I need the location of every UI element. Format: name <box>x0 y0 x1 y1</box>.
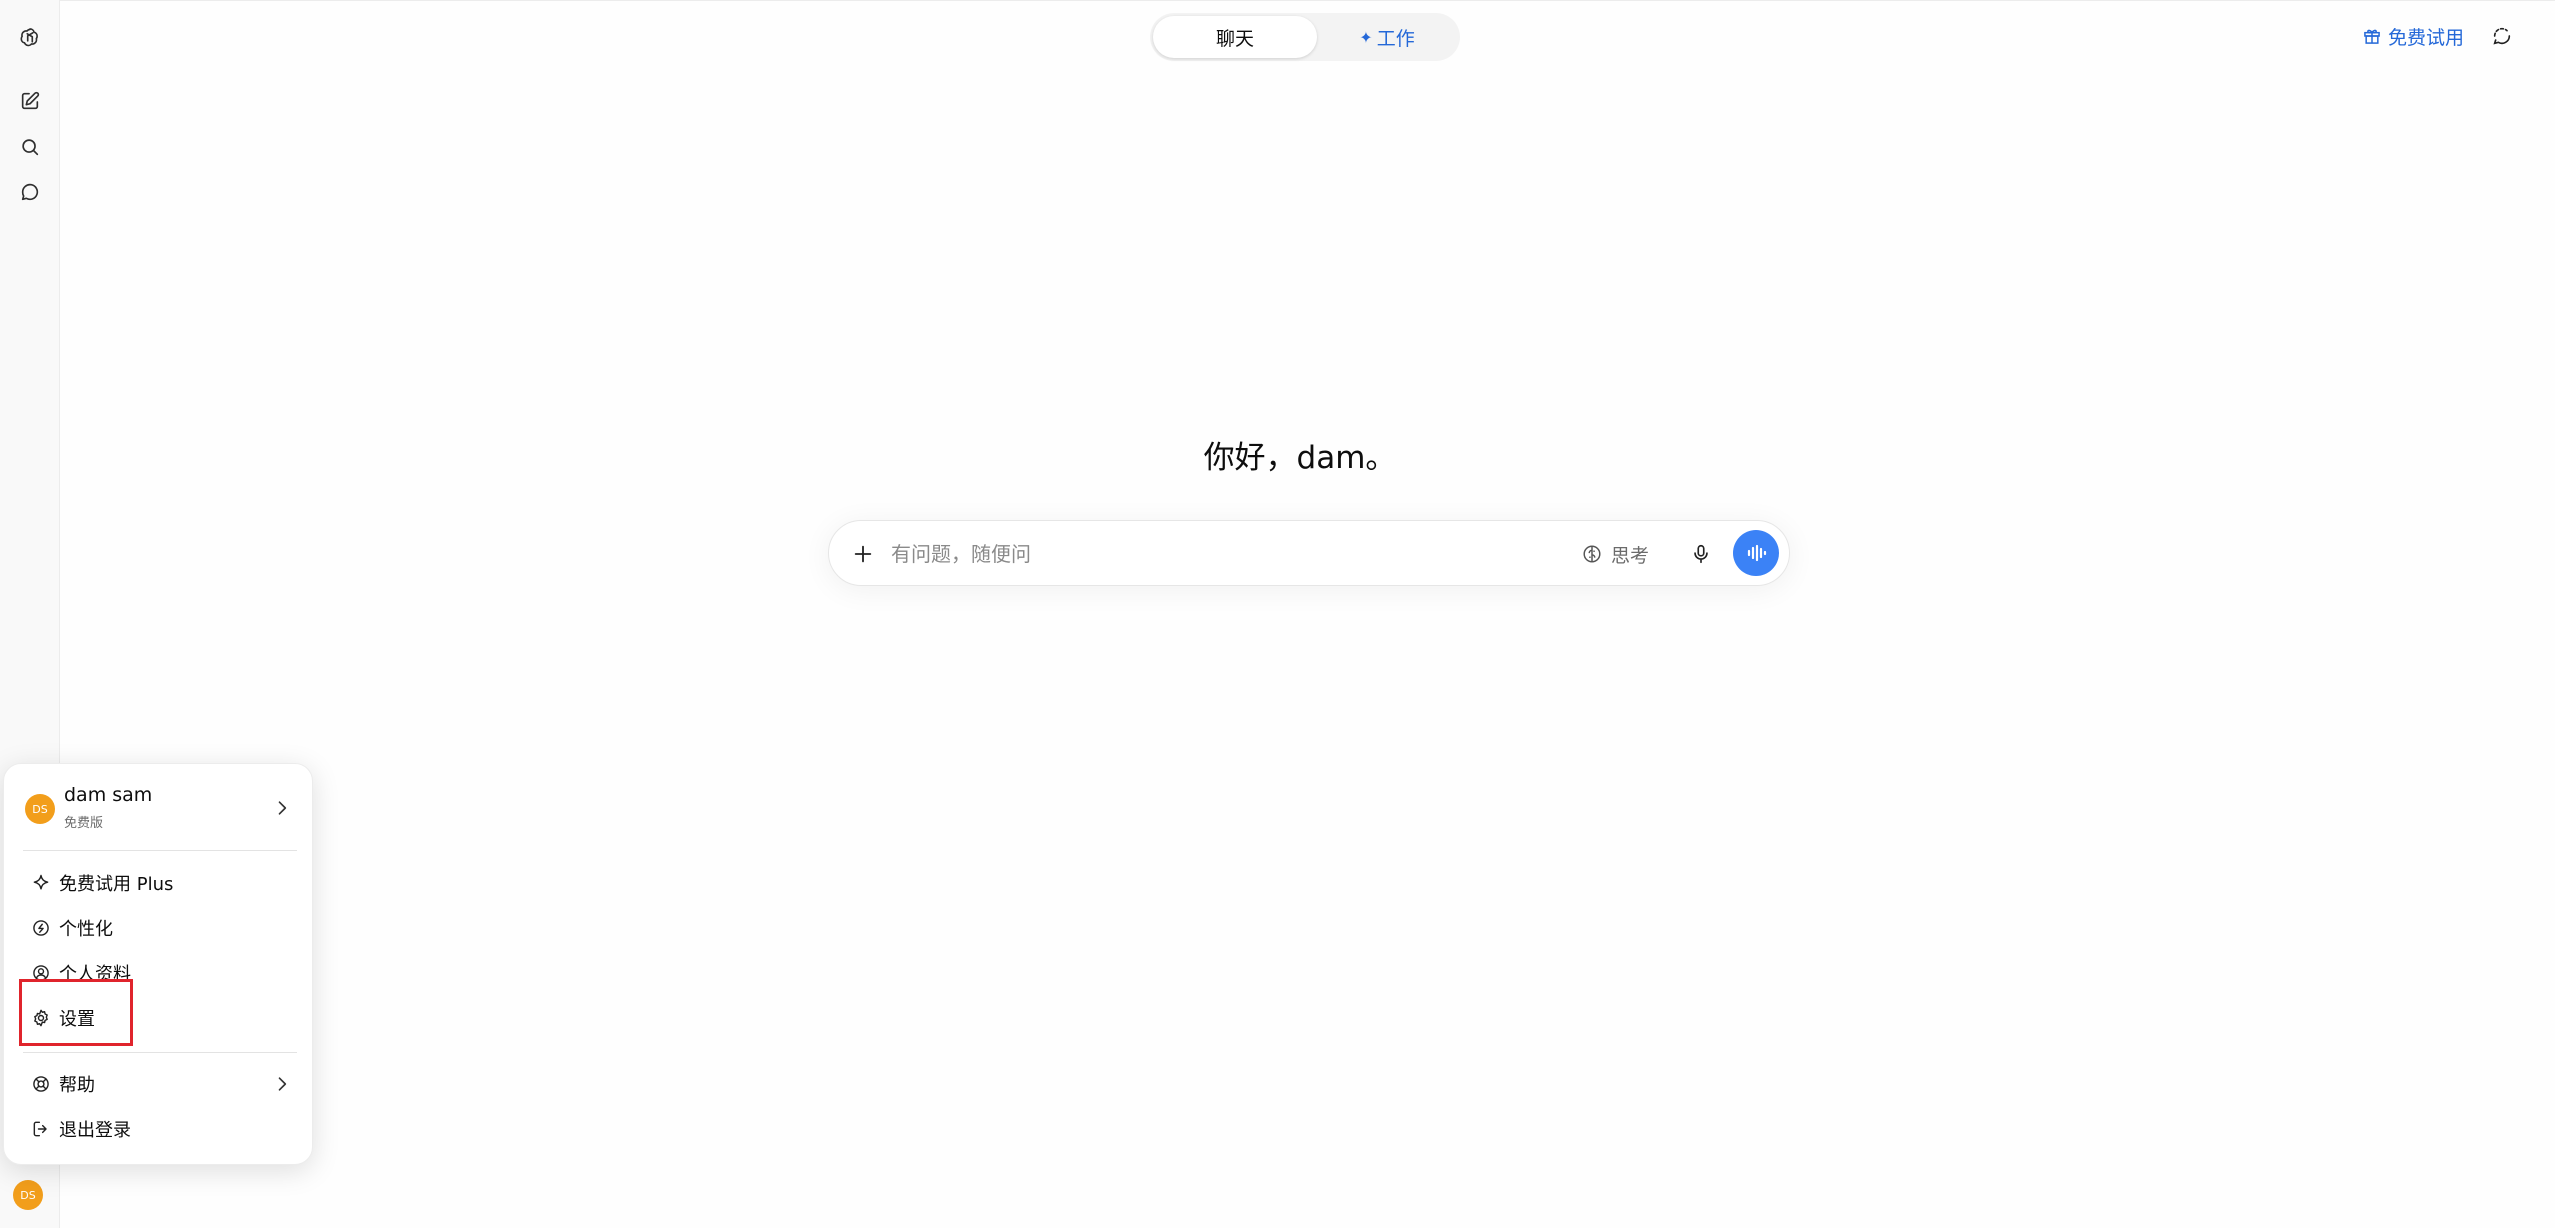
lifebuoy-icon <box>33 1076 49 1092</box>
edit-icon <box>21 91 40 110</box>
menu-divider <box>23 850 297 851</box>
highlight-box <box>19 979 133 1046</box>
prompt-input[interactable] <box>891 537 1491 571</box>
user-name: dam sam <box>64 784 153 806</box>
tab-chat-label: 聊天 <box>1215 27 1254 50</box>
menu-item-label: 免费试用 Plus <box>59 874 174 895</box>
menu-item-logout[interactable]: 退出登录 <box>14 1109 304 1149</box>
think-button[interactable]: 思考 <box>1581 538 1649 570</box>
microphone-icon <box>1694 544 1708 564</box>
top-border <box>60 0 2555 4</box>
sparkle-icon: ✦ <box>1359 27 1373 47</box>
menu-item-personalize[interactable]: 个性化 <box>14 908 304 948</box>
gift-icon <box>2364 29 2380 44</box>
sparkle-icon <box>33 874 49 890</box>
tab-chat[interactable]: 聊天 <box>1153 16 1317 58</box>
chat-bubble-icon <box>21 183 39 201</box>
tab-work-label: 工作 <box>1376 27 1415 50</box>
chats-button[interactable] <box>12 174 48 210</box>
greeting-heading: 你好，dam。 <box>1203 440 1397 476</box>
menu-item-help[interactable]: 帮助 <box>14 1064 304 1104</box>
free-trial-label: 免费试用 <box>2388 26 2465 49</box>
attach-button[interactable] <box>847 538 879 570</box>
menu-item-label: 个性化 <box>59 919 113 940</box>
composer: 思考 <box>828 520 1790 586</box>
menu-item-label: 帮助 <box>59 1075 95 1096</box>
dashed-chat-icon <box>2493 27 2511 45</box>
search-button[interactable] <box>12 129 48 165</box>
account-menu: DS dam sam 免费版 免费试用 Plus 个性化 个人资料 设置 帮助 … <box>3 763 313 1165</box>
account-menu-user[interactable]: DS dam sam 免费版 <box>4 782 314 831</box>
think-label: 思考 <box>1611 544 1650 567</box>
free-trial-link[interactable]: 免费试用 <box>2362 22 2464 50</box>
search-icon <box>22 139 39 156</box>
chevron-right-icon <box>278 801 287 815</box>
brain-icon <box>1583 545 1601 563</box>
chevron-right-icon <box>278 1077 287 1091</box>
logo-button[interactable] <box>12 19 48 55</box>
menu-item-label: 退出登录 <box>59 1120 131 1141</box>
voice-mode-button[interactable] <box>1733 530 1779 576</box>
waveform-icon <box>1747 544 1767 562</box>
avatar: DS <box>25 794 55 824</box>
menu-item-try-plus[interactable]: 免费试用 Plus <box>14 863 304 903</box>
new-chat-button[interactable] <box>12 83 48 119</box>
plus-icon <box>854 545 872 563</box>
user-plan: 免费版 <box>64 816 104 831</box>
personalize-icon <box>33 920 49 936</box>
dictate-button[interactable] <box>1685 538 1717 570</box>
logout-icon <box>33 1121 47 1137</box>
rail-avatar[interactable]: DS <box>13 1180 43 1210</box>
temporary-chat-button[interactable] <box>2486 20 2518 52</box>
openai-logo-icon <box>20 28 38 47</box>
menu-divider <box>23 1052 297 1053</box>
tab-work[interactable]: ✦ 工作 <box>1317 16 1457 58</box>
app-window: DS 聊天 ✦ 工作 免费试用 你好，dam。 有问题，随便问 思考 DS da… <box>0 0 2555 1228</box>
mode-toggle: 聊天 ✦ 工作 <box>1150 13 1460 61</box>
